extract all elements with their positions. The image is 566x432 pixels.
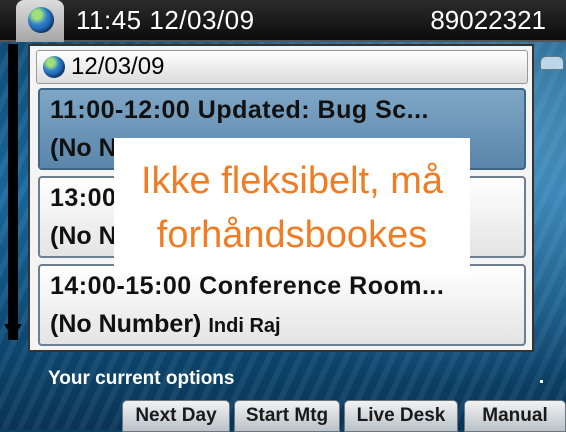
next-day-button[interactable]: Next Day — [122, 400, 230, 432]
scrollbar[interactable] — [8, 44, 18, 340]
appointment-title: 11:00-12:00 Updated: Bug Sc... — [50, 96, 430, 124]
manual-button[interactable]: Manual — [464, 400, 566, 432]
callout-overlay: Ikke fleksibelt, må forhåndsbookes — [114, 138, 470, 276]
globe-icon — [28, 7, 54, 33]
appointment-owner: Indi Raj — [208, 315, 281, 337]
live-desk-button[interactable]: Live Desk — [344, 400, 458, 432]
phone-number: 89022321 — [430, 5, 546, 35]
date-header: 12/03/09 — [36, 50, 528, 84]
start-mtg-button[interactable]: Start Mtg — [234, 400, 340, 432]
calendar-date: 12/03/09 — [71, 53, 165, 80]
options-label: Your current options — [48, 368, 235, 389]
appointment-title: 14:00-15:00 Conference Room... — [50, 272, 445, 300]
scroll-down-arrow-icon[interactable] — [4, 324, 22, 338]
appointment-number: (No Number) Indi Raj — [50, 310, 281, 338]
globe-icon — [43, 56, 65, 78]
callout-text: Ikke fleksibelt, må forhåndsbookes — [114, 154, 470, 262]
callout-line-2: forhåndsbookes — [156, 214, 428, 256]
indicator-dot — [540, 380, 543, 383]
phone-line-icon[interactable] — [540, 56, 564, 70]
appointment-item[interactable]: 14:00-15:00 Conference Room... (No Numbe… — [38, 264, 526, 346]
status-bar: 11:45 12/03/09 89022321 — [0, 0, 566, 42]
status-datetime: 11:45 12/03/09 — [76, 5, 255, 35]
callout-line-1: Ikke fleksibelt, må — [141, 160, 443, 202]
